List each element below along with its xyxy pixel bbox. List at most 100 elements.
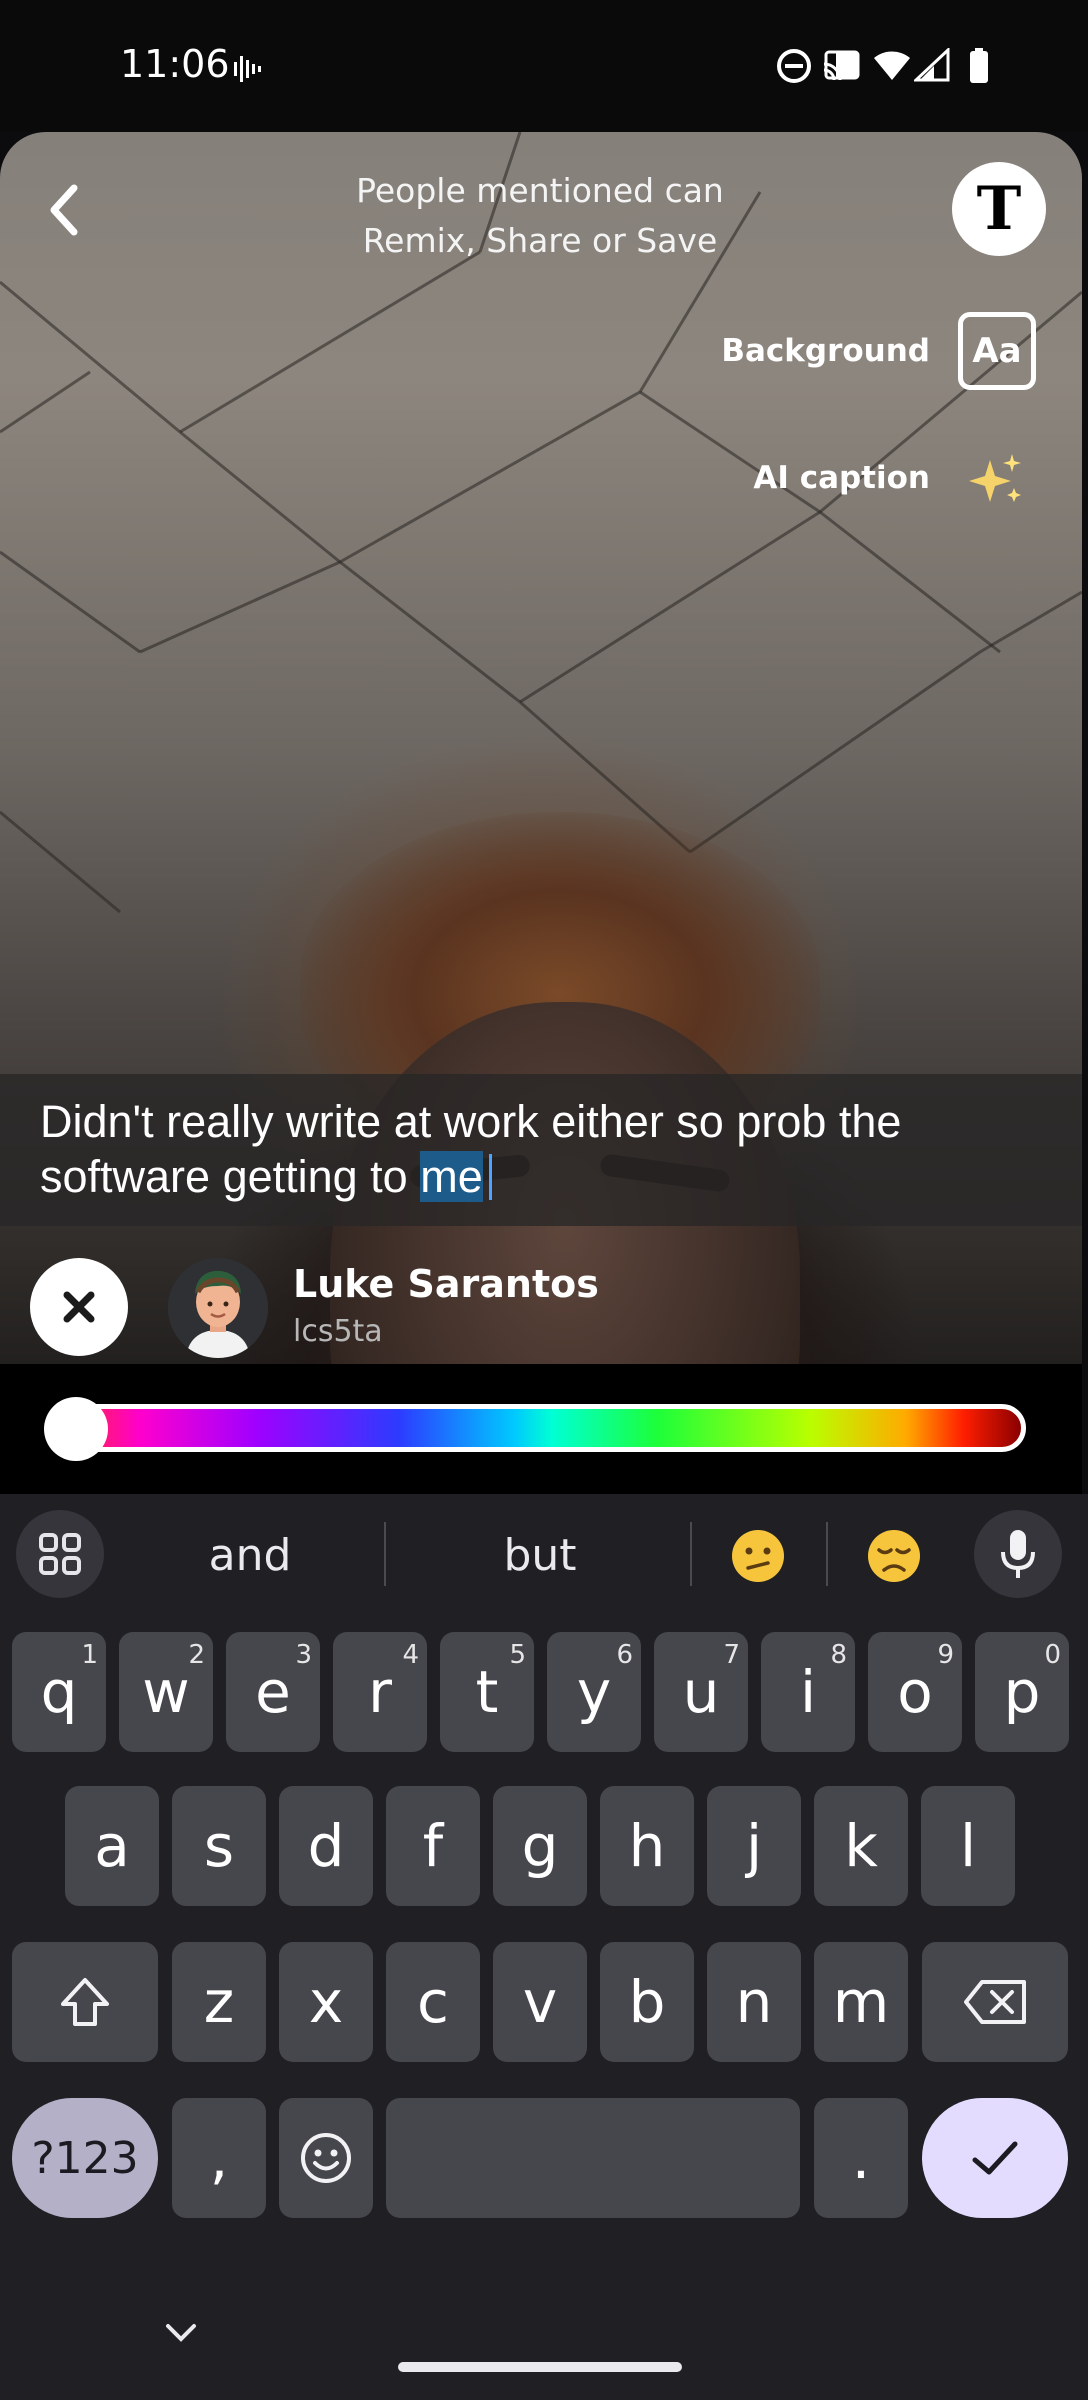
disappointed-face-emoji-suggestion[interactable] xyxy=(866,1528,930,1592)
key-label: c xyxy=(417,1968,449,2036)
ai-caption-label[interactable]: AI caption xyxy=(700,460,930,496)
key-label: y xyxy=(576,1658,612,1726)
emoji-key[interactable] xyxy=(279,2098,373,2218)
key-n[interactable]: n xyxy=(707,1942,801,2062)
key-hint: 3 xyxy=(295,1640,312,1670)
voice-input-button[interactable] xyxy=(974,1510,1062,1598)
mention-permission-note: People mentioned can Remix, Share or Sav… xyxy=(280,166,800,266)
sparkles-icon[interactable] xyxy=(966,452,1026,508)
confused-face-icon xyxy=(732,1530,784,1582)
key-label: g xyxy=(521,1812,559,1880)
key-y[interactable]: y6 xyxy=(547,1632,641,1752)
symbols-label: ?123 xyxy=(31,2132,139,2184)
key-hint: 1 xyxy=(81,1640,98,1670)
key-d[interactable]: d xyxy=(279,1786,373,1906)
status-bar: 11:06 xyxy=(0,0,1088,132)
key-label: x xyxy=(308,1968,344,2036)
key-p[interactable]: p0 xyxy=(975,1632,1069,1752)
mention-note-line2: Remix, Share or Save xyxy=(362,221,718,260)
key-label: m xyxy=(832,1968,890,2036)
key-label: r xyxy=(368,1658,392,1726)
key-hint: 8 xyxy=(830,1640,847,1670)
bitmoji-avatar xyxy=(168,1258,268,1358)
key-label: i xyxy=(799,1658,817,1726)
key-k[interactable]: k xyxy=(814,1786,908,1906)
key-v[interactable]: v xyxy=(493,1942,587,2062)
key-j[interactable]: j xyxy=(707,1786,801,1906)
color-slider-track[interactable] xyxy=(58,1404,1026,1452)
battery-icon xyxy=(970,48,988,83)
avatar[interactable] xyxy=(168,1258,268,1358)
home-gesture-handle[interactable] xyxy=(398,2362,682,2372)
key-l[interactable]: l xyxy=(921,1786,1015,1906)
comma-label: , xyxy=(209,2124,229,2192)
key-r[interactable]: r4 xyxy=(333,1632,427,1752)
microphone-icon xyxy=(1001,1530,1035,1578)
key-a[interactable]: a xyxy=(65,1786,159,1906)
back-chevron-icon[interactable] xyxy=(40,180,90,240)
text-tool-glyph: T xyxy=(976,174,1022,244)
key-label: o xyxy=(897,1658,933,1726)
key-hint: 5 xyxy=(509,1640,526,1670)
symbols-key[interactable]: ?123 xyxy=(12,2098,158,2218)
suggestion-divider xyxy=(690,1522,692,1586)
wifi-icon xyxy=(874,51,910,80)
key-c[interactable]: c xyxy=(386,1942,480,2062)
key-label: k xyxy=(844,1812,878,1880)
key-label: s xyxy=(203,1812,235,1880)
key-e[interactable]: e3 xyxy=(226,1632,320,1752)
backspace-key[interactable] xyxy=(922,1942,1068,2062)
key-label: a xyxy=(94,1812,130,1880)
keyboard-menu-button[interactable] xyxy=(16,1510,104,1598)
key-z[interactable]: z xyxy=(172,1942,266,2062)
checkmark-icon xyxy=(972,2141,1018,2175)
key-f[interactable]: f xyxy=(386,1786,480,1906)
remove-mention-button[interactable] xyxy=(30,1258,128,1356)
background-style-button[interactable]: Aa xyxy=(958,312,1036,390)
done-key[interactable] xyxy=(922,2098,1068,2218)
key-g[interactable]: g xyxy=(493,1786,587,1906)
key-hint: 0 xyxy=(1044,1640,1061,1670)
key-hint: 9 xyxy=(937,1640,954,1670)
text-cursor xyxy=(488,1154,492,1200)
key-x[interactable]: x xyxy=(279,1942,373,2062)
key-i[interactable]: i8 xyxy=(761,1632,855,1752)
period-key[interactable]: . xyxy=(814,2098,908,2218)
space-key[interactable] xyxy=(386,2098,800,2218)
key-b[interactable]: b xyxy=(600,1942,694,2062)
key-q[interactable]: q1 xyxy=(12,1632,106,1752)
key-m[interactable]: m xyxy=(814,1942,908,2062)
key-s[interactable]: s xyxy=(172,1786,266,1906)
mention-username: lcs5ta xyxy=(293,1314,383,1349)
key-h[interactable]: h xyxy=(600,1786,694,1906)
key-label: u xyxy=(682,1658,720,1726)
key-label: z xyxy=(203,1968,235,2036)
disappointed-face-icon xyxy=(868,1530,920,1582)
key-label: b xyxy=(628,1968,666,2036)
key-t[interactable]: t5 xyxy=(440,1632,534,1752)
key-label: l xyxy=(959,1812,977,1880)
key-o[interactable]: o9 xyxy=(868,1632,962,1752)
voicemail-wave-icon xyxy=(234,56,261,82)
key-u[interactable]: u7 xyxy=(654,1632,748,1752)
key-w[interactable]: w2 xyxy=(119,1632,213,1752)
suggestion-2[interactable]: but xyxy=(420,1520,660,1590)
suggestion-1[interactable]: and xyxy=(130,1520,370,1590)
key-label: n xyxy=(735,1968,773,2036)
caption-selected-word: me xyxy=(420,1151,483,1202)
key-label: d xyxy=(307,1812,345,1880)
smiley-icon xyxy=(301,2133,351,2183)
apps-grid-icon xyxy=(39,1533,81,1575)
hide-keyboard-chevron-icon[interactable] xyxy=(164,2322,198,2344)
key-label: e xyxy=(255,1658,291,1726)
text-tool-button[interactable]: T xyxy=(952,162,1046,256)
confused-face-emoji-suggestion[interactable] xyxy=(730,1528,794,1592)
comma-key[interactable]: , xyxy=(172,2098,266,2218)
caption-text-field[interactable]: Didn't really write at work either so pr… xyxy=(40,1094,1050,1204)
color-slider-thumb[interactable] xyxy=(44,1397,108,1461)
key-label: f xyxy=(422,1812,444,1880)
shift-key[interactable] xyxy=(12,1942,158,2062)
signal-icon xyxy=(914,48,950,82)
background-label[interactable]: Background xyxy=(700,333,930,369)
key-hint: 4 xyxy=(402,1640,419,1670)
